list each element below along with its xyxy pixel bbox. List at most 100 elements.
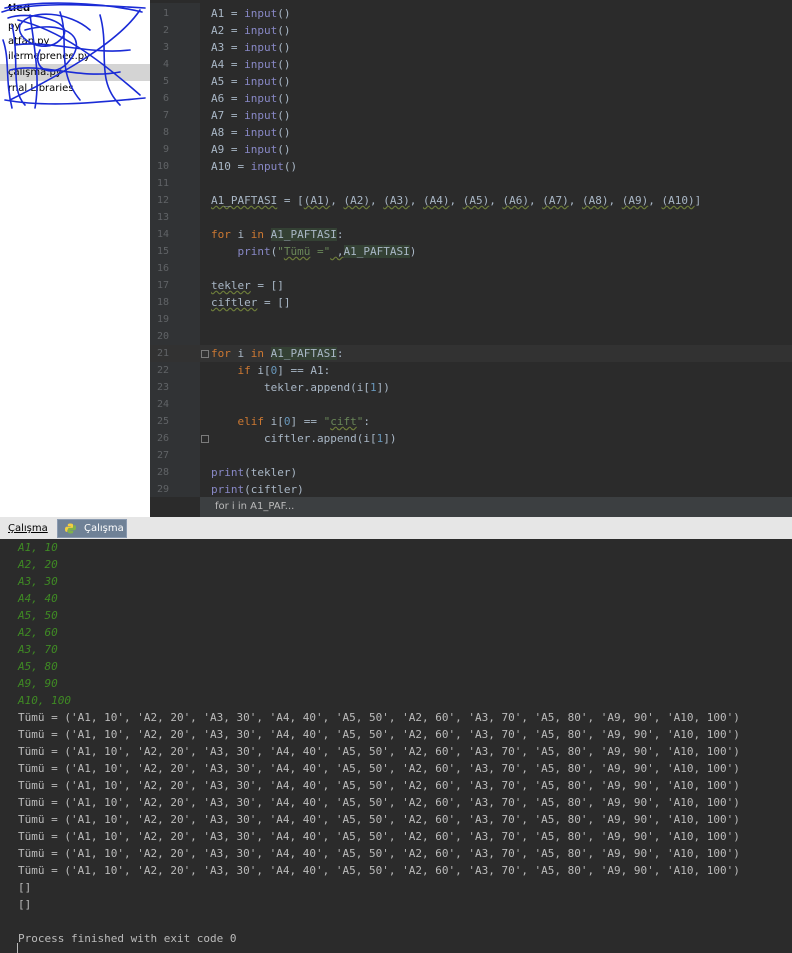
tab-run-config[interactable]: Çalışma [57, 519, 127, 538]
line-number: 23 [156, 382, 169, 393]
code-line[interactable]: 5 A5 = input() [150, 73, 792, 90]
code-editor[interactable]: 1 A1 = input() 2 A2 = input() 3 A3 = input() 4… [150, 3, 792, 517]
line-number: 5 [162, 76, 169, 87]
code-line[interactable]: 29 print(ciftler) [150, 481, 792, 498]
code-line[interactable]: 26 ciftler.append(i[1]) [150, 430, 792, 447]
line-number: 1 [162, 8, 169, 19]
line-number: 29 [156, 484, 169, 495]
code-line[interactable]: 18 ciftler = [] [150, 294, 792, 311]
line-number: 22 [156, 365, 169, 376]
code-text: ciftler = [] [211, 296, 291, 309]
project-sidebar: tled py atfan.py ilermeprenee.py çalışma… [0, 0, 150, 517]
code-text: for i in A1_PAFTASI: [211, 228, 344, 241]
line-number: 6 [162, 93, 169, 104]
line-number: 12 [156, 195, 169, 206]
code-line[interactable]: 24 [150, 396, 792, 413]
code-line[interactable]: 23 tekler.append(i[1]) [150, 379, 792, 396]
console-output-line: Tümü = ('A1, 10', 'A2, 20', 'A3, 30', 'A… [18, 796, 740, 809]
code-line[interactable]: 17 tekler = [] [150, 277, 792, 294]
code-text: A1_PAFTASI = [(A1), (A2), (A3), (A4), (A… [211, 194, 702, 207]
line-number: 27 [156, 450, 169, 461]
code-line[interactable]: 10 A10 = input() [150, 158, 792, 175]
code-line[interactable]: 15 print("Tümü =" ,A1_PAFTASI) [150, 243, 792, 260]
line-number: 15 [156, 246, 169, 257]
code-line[interactable]: 6 A6 = input() [150, 90, 792, 107]
code-line[interactable]: 19 [150, 311, 792, 328]
code-text: A5 = input() [211, 75, 291, 88]
code-line[interactable]: 13 [150, 209, 792, 226]
fold-marker-icon[interactable] [201, 435, 209, 443]
code-text: A10 = input() [211, 160, 298, 173]
line-number: 24 [156, 399, 169, 410]
console-input-line: A5, 80 [18, 660, 58, 673]
code-line[interactable]: 22 if i[0] == A1: [150, 362, 792, 379]
console-output-line: Process finished with exit code 0 [18, 932, 237, 945]
code-text: tekler = [] [211, 279, 284, 292]
line-number: 16 [156, 263, 169, 274]
code-line[interactable]: 28 print(tekler) [150, 464, 792, 481]
tab-run-config-label: Çalışma [84, 523, 124, 534]
code-line[interactable]: 1 A1 = input() [150, 5, 792, 22]
console-input-line: A10, 100 [18, 694, 71, 707]
code-line[interactable]: 9 A9 = input() [150, 141, 792, 158]
code-text: print(tekler) [211, 466, 298, 479]
line-number: 26 [156, 433, 169, 444]
code-text: A9 = input() [211, 143, 291, 156]
console-input-line: A9, 90 [18, 677, 58, 690]
code-line[interactable]: 16 [150, 260, 792, 277]
code-line[interactable]: 12 A1_PAFTASI = [(A1), (A2), (A3), (A4), … [150, 192, 792, 209]
code-text: A6 = input() [211, 92, 291, 105]
console-output-line: Tümü = ('A1, 10', 'A2, 20', 'A3, 30', 'A… [18, 830, 740, 843]
console-input-line: A3, 30 [18, 575, 58, 588]
code-text: ciftler.append(i[1]) [211, 432, 397, 445]
code-line[interactable]: 3 A3 = input() [150, 39, 792, 56]
console-output-line: Tümü = ('A1, 10', 'A2, 20', 'A3, 30', 'A… [18, 745, 740, 758]
code-text: for i in A1_PAFTASI: [211, 347, 344, 360]
line-number: 14 [156, 229, 169, 240]
line-number: 19 [156, 314, 169, 325]
code-line[interactable]: 21 for i in A1_PAFTASI: [150, 345, 792, 362]
code-text: A3 = input() [211, 41, 291, 54]
python-icon [65, 523, 76, 534]
console-output-line: Tümü = ('A1, 10', 'A2, 20', 'A3, 30', 'A… [18, 779, 740, 792]
console-output-line: Tümü = ('A1, 10', 'A2, 20', 'A3, 30', 'A… [18, 711, 740, 724]
code-text: if i[0] == A1: [237, 364, 331, 377]
code-line[interactable]: 20 [150, 328, 792, 345]
code-text: elif i[0] == "cift": [237, 415, 371, 428]
breadcrumb[interactable]: for i in A1_PAF... [200, 497, 792, 517]
console-output-line: Tümü = ('A1, 10', 'A2, 20', 'A3, 30', 'A… [18, 728, 740, 741]
line-number: 9 [162, 144, 169, 155]
console-output-line: Tümü = ('A1, 10', 'A2, 20', 'A3, 30', 'A… [18, 864, 740, 877]
line-number: 25 [156, 416, 169, 427]
code-line[interactable]: 2 A2 = input() [150, 22, 792, 39]
console-input-line: A5, 50 [18, 609, 58, 622]
console-input-line: A2, 20 [18, 558, 58, 571]
run-tool-window-tabs: Çalışma Çalışma [0, 517, 792, 539]
code-line[interactable]: 7 A7 = input() [150, 107, 792, 124]
code-line[interactable]: 25 elif i[0] == "cift": [150, 413, 792, 430]
code-line[interactable]: 14 for i in A1_PAFTASI: [150, 226, 792, 243]
code-line[interactable]: 11 [150, 175, 792, 192]
line-number: 13 [156, 212, 169, 223]
code-text: A8 = input() [211, 126, 291, 139]
line-number: 8 [162, 127, 169, 138]
run-console[interactable]: A1, 10 A2, 20 A3, 30 A4, 40 A5, 50 A2, 60 A3, … [0, 539, 792, 953]
fold-marker-icon[interactable] [201, 350, 209, 358]
code-line[interactable]: 27 [150, 447, 792, 464]
console-input-line: A1, 10 [18, 541, 58, 554]
line-number: 21 [156, 348, 169, 359]
code-text: A1 = input() [211, 7, 291, 20]
line-number: 3 [162, 42, 169, 53]
code-text: A7 = input() [211, 109, 291, 122]
console-output-line: [] [18, 881, 32, 894]
line-number: 4 [162, 59, 169, 70]
code-text: A4 = input() [211, 58, 291, 71]
line-number: 11 [156, 178, 169, 189]
run-tool-window-label: Çalışma [8, 523, 48, 534]
scribble-overlay [1, 2, 146, 109]
line-number: 20 [156, 331, 169, 342]
console-caret [17, 943, 18, 953]
console-input-line: A2, 60 [18, 626, 58, 639]
code-line[interactable]: 8 A8 = input() [150, 124, 792, 141]
code-line[interactable]: 4 A4 = input() [150, 56, 792, 73]
